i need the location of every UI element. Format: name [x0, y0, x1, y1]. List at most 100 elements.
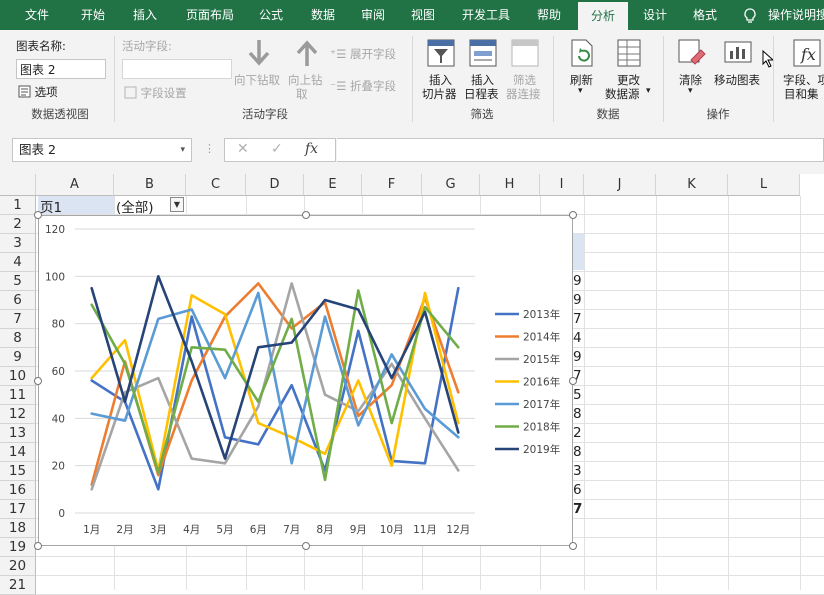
row-header-8[interactable]: 8 [0, 329, 36, 348]
legend-label: 2018年 [523, 421, 560, 434]
lightbulb-icon[interactable] [740, 0, 760, 30]
change-data-source-icon [617, 39, 641, 67]
group-filter: 筛选 [470, 107, 494, 121]
insert-function-icon[interactable]: fx [305, 141, 318, 157]
move-chart-button[interactable]: 移动图表 [714, 72, 760, 88]
legend-label: 2017年 [523, 398, 560, 411]
cell-value[interactable]: 9 [573, 272, 582, 291]
row-header-13[interactable]: 13 [0, 424, 36, 443]
row-header-1[interactable]: 1 [0, 196, 36, 215]
tab-insert[interactable]: 插入 [122, 0, 168, 30]
field-settings-button[interactable]: 字段设置 [124, 85, 187, 101]
row-header-9[interactable]: 9 [0, 348, 36, 367]
cell-value[interactable]: 3 [573, 462, 582, 481]
clear-dropdown-icon[interactable]: ▾ [688, 86, 693, 96]
cancel-icon[interactable]: ✕ [237, 141, 249, 157]
tab-help[interactable]: 帮助 [528, 0, 570, 30]
tab-file[interactable]: 文件 [14, 0, 60, 30]
filter-dropdown-icon[interactable]: ▼ [170, 197, 184, 212]
drill-up-icon [296, 40, 318, 66]
column-header-j[interactable]: J [584, 174, 656, 196]
row-header-5[interactable]: 5 [0, 272, 36, 291]
formula-input[interactable] [337, 138, 824, 162]
cell-value[interactable]: 9 [573, 348, 582, 367]
cell-value[interactable]: 8 [573, 405, 582, 424]
page-field-cell[interactable]: 页1 [38, 196, 114, 216]
row-header-2[interactable]: 2 [0, 215, 36, 234]
row-header-19[interactable]: 19 [0, 538, 36, 557]
worksheet-grid[interactable]: ABCDEFGHIJKL 1 2 3 4 5 6 7 8 9 10 11 12 13 14 15 16 17 18… [0, 174, 824, 595]
row-header-3[interactable]: 3 [0, 234, 36, 253]
cell-value[interactable]: 8 [573, 443, 582, 462]
row-header-16[interactable]: 16 [0, 481, 36, 500]
pivot-chart[interactable]: 0 20 40 60 80 100 120 1月 2月 3月 4月 5月 6月 7月 8月 9月 10月 11月 1… [38, 215, 573, 546]
column-header-k[interactable]: K [656, 174, 728, 196]
cell-value[interactable]: 9 [573, 291, 582, 310]
column-header-b[interactable]: B [114, 174, 186, 196]
name-box-dropdown-icon[interactable]: ▾ [180, 139, 185, 161]
enter-icon[interactable]: ✓ [271, 141, 283, 157]
resize-handle[interactable] [301, 211, 310, 219]
active-field-input[interactable] [122, 59, 232, 79]
tab-review[interactable]: 审阅 [352, 0, 394, 30]
tab-home[interactable]: 开始 [70, 0, 116, 30]
expand-field-button[interactable]: ⁺☰ 展开字段 [330, 46, 396, 62]
resize-handle[interactable] [569, 376, 577, 385]
row-header-12[interactable]: 12 [0, 405, 36, 424]
cell-value[interactable]: 5 [573, 386, 582, 405]
cell-value[interactable]: 6 [573, 481, 582, 500]
chart-name-input[interactable]: 图表 2 [16, 59, 106, 79]
cell-value[interactable]: 4 [573, 329, 582, 348]
tab-developer[interactable]: 开发工具 [454, 0, 518, 30]
row-header-10[interactable]: 10 [0, 367, 36, 386]
tab-formulas[interactable]: 公式 [250, 0, 292, 30]
resize-handle[interactable] [34, 211, 42, 219]
resize-handle[interactable] [569, 211, 577, 219]
row-header-21[interactable]: 21 [0, 576, 36, 595]
column-header-a[interactable]: A [36, 174, 114, 196]
change-source-dropdown-icon[interactable]: ▾ [646, 86, 651, 96]
column-header-d[interactable]: D [246, 174, 304, 196]
column-header-c[interactable]: C [186, 174, 246, 196]
resize-handle[interactable] [34, 376, 42, 385]
row-header-18[interactable]: 18 [0, 519, 36, 538]
tab-data[interactable]: 数据 [302, 0, 344, 30]
column-header-h[interactable]: H [480, 174, 540, 196]
row-header-17[interactable]: 17 [0, 500, 36, 519]
cell-value[interactable]: 7 [573, 310, 582, 329]
column-header-l[interactable]: L [728, 174, 800, 196]
resize-handle[interactable] [301, 542, 310, 550]
line-chart: 0 20 40 60 80 100 120 1月 2月 3月 4月 5月 6月 7月 8月 9月 10月 11月 1… [45, 224, 560, 536]
row-header-7[interactable]: 7 [0, 310, 36, 329]
tab-format[interactable]: 格式 [684, 0, 726, 30]
column-header-e[interactable]: E [304, 174, 362, 196]
x-tick-label: 10月 [380, 524, 404, 536]
tab-view[interactable]: 视图 [402, 0, 444, 30]
resize-handle[interactable] [569, 542, 577, 550]
collapse-field-button[interactable]: ⁻☰ 折叠字段 [330, 78, 396, 94]
tab-analyze[interactable]: 分析 [578, 2, 628, 30]
options-button[interactable]: 选项 [18, 84, 58, 100]
drill-down-button[interactable]: 向下钻取 [234, 72, 280, 88]
row-header-15[interactable]: 15 [0, 462, 36, 481]
cell-value[interactable]: 2 [573, 424, 582, 443]
tab-page-layout[interactable]: 页面布局 [176, 0, 244, 30]
tab-design[interactable]: 设计 [634, 0, 676, 30]
cell-value[interactable]: 7 [573, 500, 582, 519]
row-header-11[interactable]: 11 [0, 386, 36, 405]
column-header-f[interactable]: F [362, 174, 422, 196]
resize-handle[interactable] [34, 542, 42, 550]
select-all-corner[interactable] [0, 174, 36, 196]
page-field-value-cell[interactable]: (全部) ▼ [114, 196, 186, 216]
row-header-14[interactable]: 14 [0, 443, 36, 462]
row-header-4[interactable]: 4 [0, 253, 36, 272]
column-header-i[interactable]: I [540, 174, 584, 196]
row-header-6[interactable]: 6 [0, 291, 36, 310]
tell-me-search[interactable]: 操作说明搜 [768, 0, 824, 30]
refresh-dropdown-icon[interactable]: ▾ [578, 86, 583, 96]
row-header-20[interactable]: 20 [0, 557, 36, 576]
x-tick-label: 5月 [216, 524, 233, 536]
name-box[interactable]: 图表 2 ▾ [12, 138, 192, 162]
collapse-field-label: 折叠字段 [350, 79, 397, 93]
column-header-g[interactable]: G [422, 174, 480, 196]
